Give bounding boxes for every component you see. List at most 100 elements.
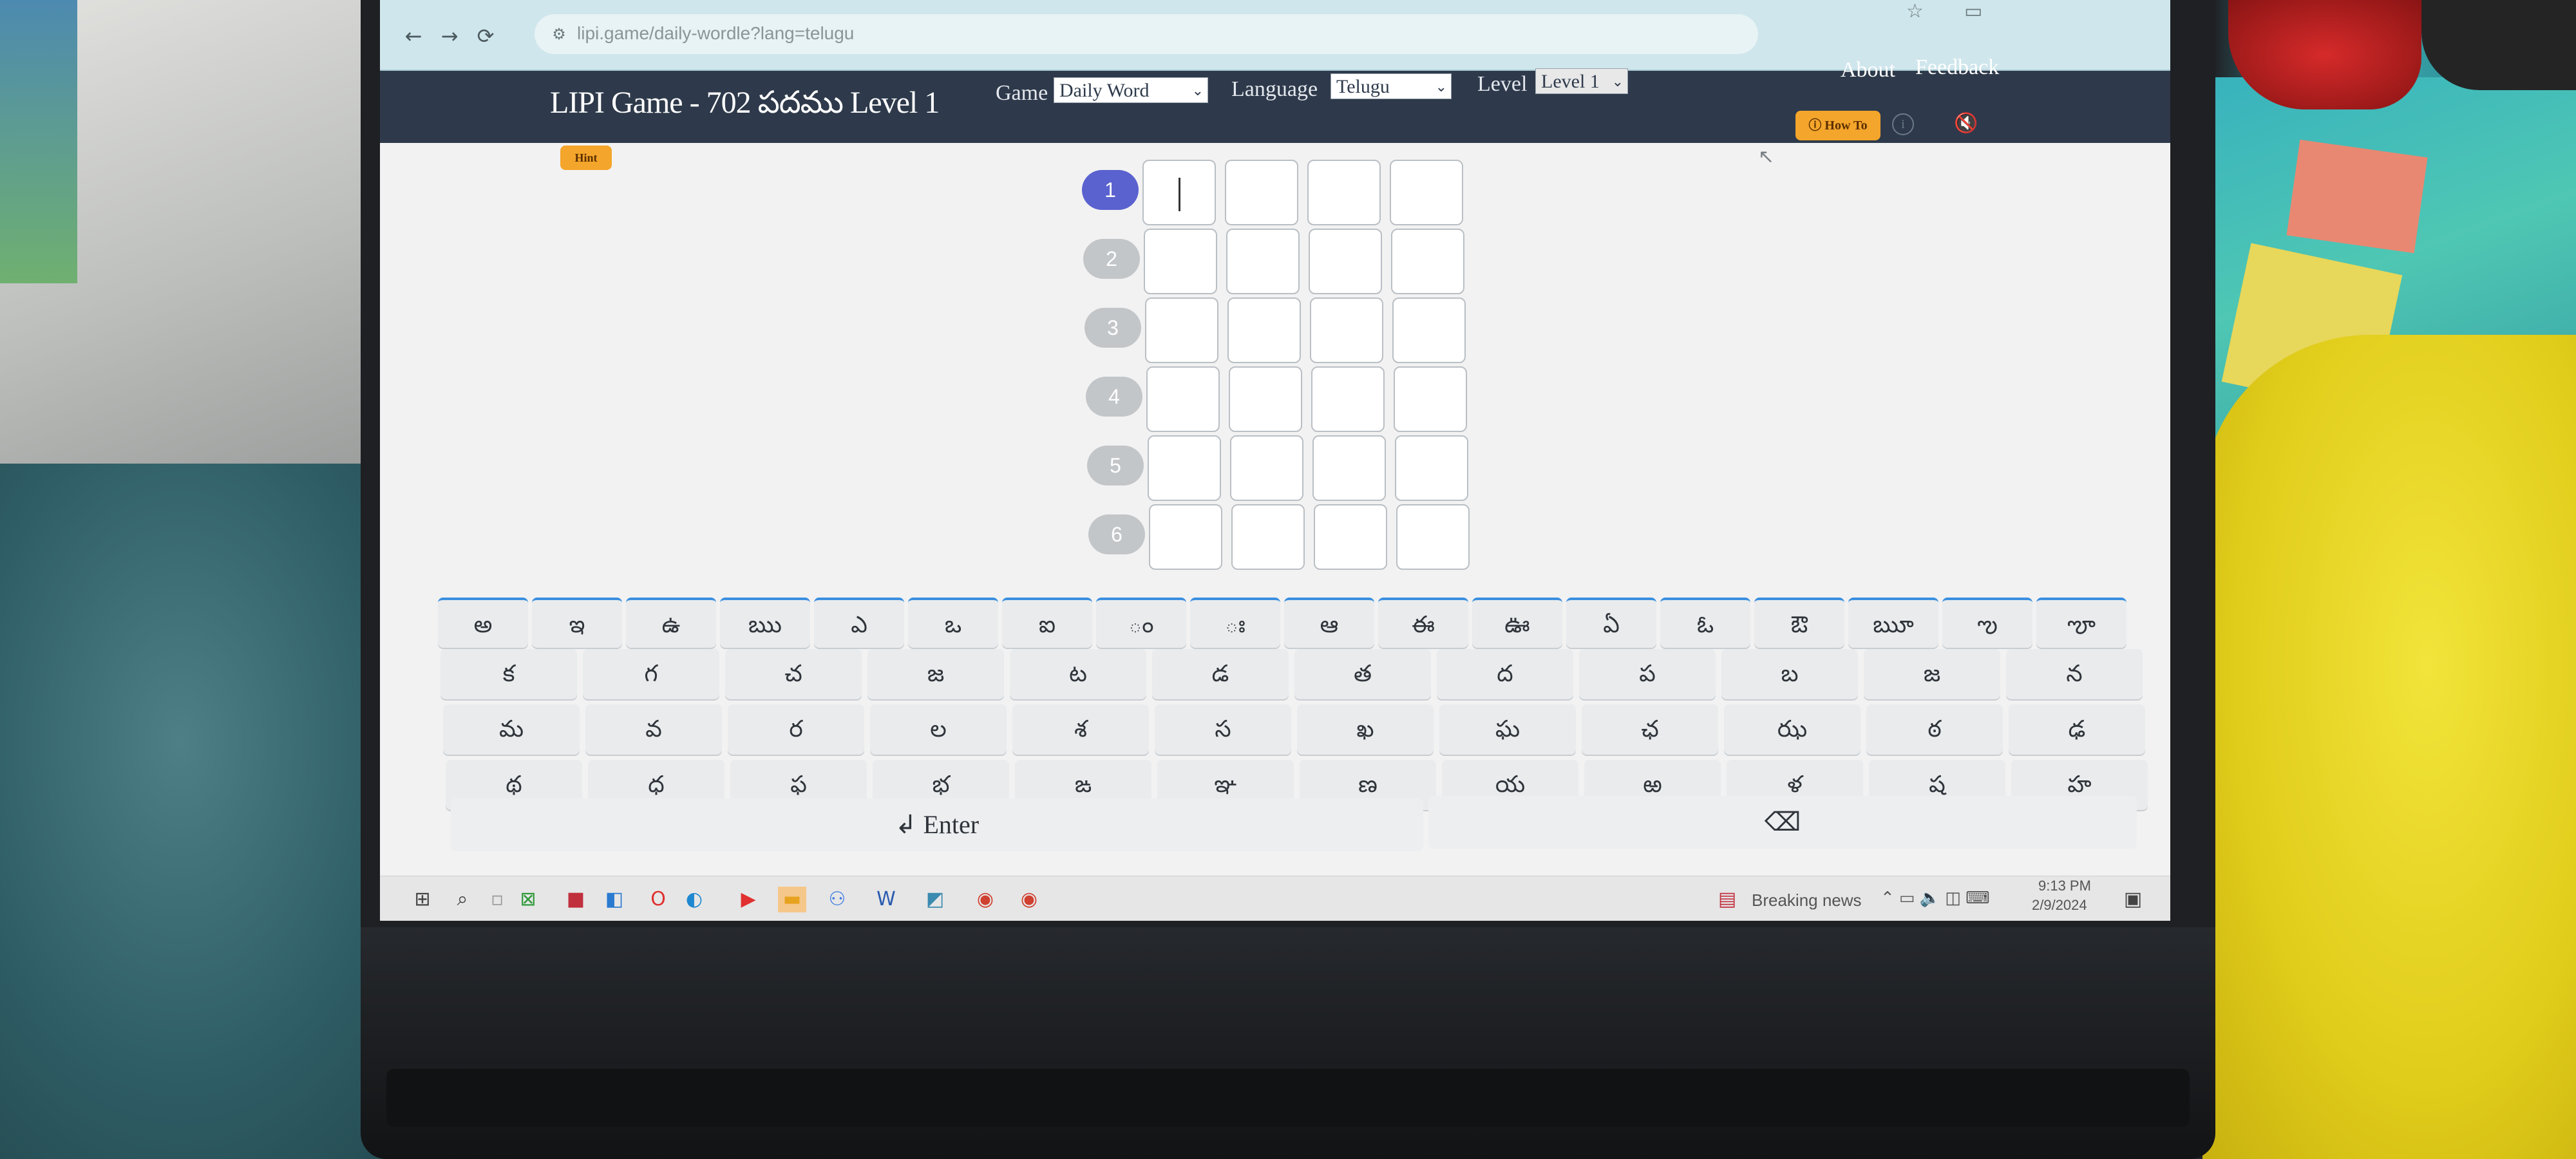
how-to-button[interactable]: ⓘ How To: [1795, 111, 1880, 140]
consonant-key[interactable]: మ: [443, 704, 580, 755]
vowel-key[interactable]: ఎ: [814, 598, 904, 648]
consonant-key[interactable]: ఝ: [1724, 704, 1861, 755]
xbox-icon[interactable]: ⊠: [514, 887, 542, 912]
address-bar[interactable]: ⚙ lipi.game/daily-wordle?lang=telugu: [535, 14, 1758, 54]
letter-cell[interactable]: [1395, 435, 1468, 501]
vowel-key[interactable]: ఏ: [1566, 598, 1656, 648]
letter-cell[interactable]: [1312, 435, 1386, 501]
vowel-key[interactable]: ౡ: [2036, 598, 2126, 648]
vowel-key[interactable]: ఆ: [1284, 598, 1374, 648]
letter-cell[interactable]: [1390, 160, 1463, 225]
vowel-key[interactable]: ఋ: [720, 598, 810, 648]
app-icon[interactable]: ◩: [921, 887, 949, 912]
consonant-key[interactable]: న: [2006, 649, 2143, 699]
vowel-key[interactable]: ఓ: [1660, 598, 1750, 648]
browser-menu-icon[interactable]: ▭: [1964, 0, 1982, 23]
language-select[interactable]: Telugu ⌄: [1331, 73, 1452, 99]
vowel-key[interactable]: ఈ: [1378, 598, 1468, 648]
sound-muted-icon[interactable]: 🔇: [1954, 112, 1978, 135]
vowel-key[interactable]: ం: [1096, 598, 1186, 648]
letter-cell[interactable]: [1149, 504, 1222, 570]
letter-cell[interactable]: [1391, 229, 1464, 294]
letter-cell[interactable]: [1310, 297, 1383, 363]
letter-cell[interactable]: [1145, 297, 1218, 363]
letter-cell[interactable]: [1396, 504, 1470, 570]
file-explorer-icon[interactable]: ▬: [778, 887, 806, 912]
consonant-key[interactable]: గ: [583, 649, 719, 699]
vowel-key[interactable]: ౠ: [1848, 598, 1938, 648]
news-icon[interactable]: ▤: [1713, 887, 1741, 912]
game-select[interactable]: Daily Word ⌄: [1054, 77, 1208, 103]
letter-cell[interactable]: [1227, 297, 1301, 363]
consonant-key[interactable]: త: [1294, 649, 1431, 699]
consonant-key[interactable]: జ: [1864, 649, 2000, 699]
letter-cell[interactable]: [1148, 435, 1221, 501]
consonant-key[interactable]: డ: [1152, 649, 1289, 699]
letter-cell[interactable]: [1226, 229, 1300, 294]
letter-cell[interactable]: [1311, 366, 1385, 432]
hint-button[interactable]: Hint: [560, 146, 612, 170]
level-select[interactable]: Level 1 ⌄: [1535, 68, 1628, 94]
consonant-key[interactable]: ఖ: [1297, 704, 1434, 755]
youtube-icon[interactable]: ▶: [734, 887, 762, 912]
consonant-key[interactable]: ఘ: [1439, 704, 1576, 755]
letter-cell[interactable]: [1144, 229, 1217, 294]
chrome-icon[interactable]: ◉: [1015, 887, 1043, 912]
vowel-key[interactable]: ఔ: [1754, 598, 1844, 648]
letter-cell[interactable]: [1230, 435, 1303, 501]
forward-icon[interactable]: →: [435, 22, 464, 50]
consonant-key[interactable]: ల: [870, 704, 1007, 755]
app-icon[interactable]: ■: [562, 887, 590, 912]
search-icon[interactable]: ⌕: [448, 887, 477, 912]
breaking-news[interactable]: Breaking news: [1752, 890, 1862, 910]
letter-cell[interactable]: [1394, 366, 1467, 432]
consonant-key[interactable]: వ: [585, 704, 722, 755]
vowel-key[interactable]: అ: [438, 598, 528, 648]
consonant-key[interactable]: ఛ: [1582, 704, 1718, 755]
letter-cell[interactable]: [1314, 504, 1387, 570]
system-tray-icons[interactable]: ⌃ ▭ 🔈 ◫ ⌨: [1880, 888, 1990, 908]
back-icon[interactable]: ←: [399, 22, 428, 50]
consonant-key[interactable]: ట: [1010, 649, 1146, 699]
consonant-key[interactable]: చ: [725, 649, 862, 699]
edge-icon[interactable]: ◐: [680, 887, 708, 912]
feedback-link[interactable]: Feedback: [1915, 55, 1999, 80]
consonant-key[interactable]: ద: [1437, 649, 1573, 699]
vowel-key[interactable]: ఇ: [532, 598, 622, 648]
word-icon[interactable]: W: [872, 887, 900, 912]
opera-icon[interactable]: O: [644, 887, 672, 912]
consonant-key[interactable]: బ: [1721, 649, 1858, 699]
letter-cell[interactable]: [1142, 160, 1216, 225]
task-view-icon[interactable]: ▫: [483, 887, 511, 912]
letter-cell[interactable]: [1229, 366, 1302, 432]
letter-cell[interactable]: [1392, 297, 1466, 363]
about-link[interactable]: About: [1841, 58, 1895, 82]
vowel-key[interactable]: ఊ: [1472, 598, 1562, 648]
vowel-key[interactable]: ః: [1190, 598, 1280, 648]
consonant-key[interactable]: స: [1155, 704, 1291, 755]
consonant-key[interactable]: ర: [728, 704, 864, 755]
backspace-key[interactable]: ⌫: [1428, 796, 2137, 849]
letter-cell[interactable]: [1146, 366, 1220, 432]
vowel-key[interactable]: ఌ: [1942, 598, 2032, 648]
reload-icon[interactable]: ⟳: [471, 22, 500, 50]
info-icon[interactable]: i: [1892, 113, 1914, 135]
app-store-icon[interactable]: ◧: [600, 887, 629, 912]
consonant-key[interactable]: ఠ: [1866, 704, 2003, 755]
consonant-key[interactable]: శ: [1012, 704, 1149, 755]
letter-cell[interactable]: [1309, 229, 1382, 294]
chrome-icon[interactable]: ◉: [971, 887, 999, 912]
notification-icon[interactable]: ▣: [2119, 887, 2147, 912]
site-settings-icon[interactable]: ⚙: [547, 23, 571, 46]
vowel-key[interactable]: ఉ: [626, 598, 716, 648]
letter-cell[interactable]: [1231, 504, 1305, 570]
windows-start-icon[interactable]: ⊞: [408, 887, 437, 912]
consonant-key[interactable]: ప: [1579, 649, 1716, 699]
enter-key[interactable]: ↲ Enter: [451, 798, 1423, 851]
consonant-key[interactable]: జ: [867, 649, 1004, 699]
app-icon[interactable]: ⚇: [823, 887, 851, 912]
letter-cell[interactable]: [1307, 160, 1381, 225]
letter-cell[interactable]: [1225, 160, 1298, 225]
consonant-key[interactable]: క: [440, 649, 577, 699]
bookmark-star-icon[interactable]: ☆: [1906, 0, 1924, 23]
